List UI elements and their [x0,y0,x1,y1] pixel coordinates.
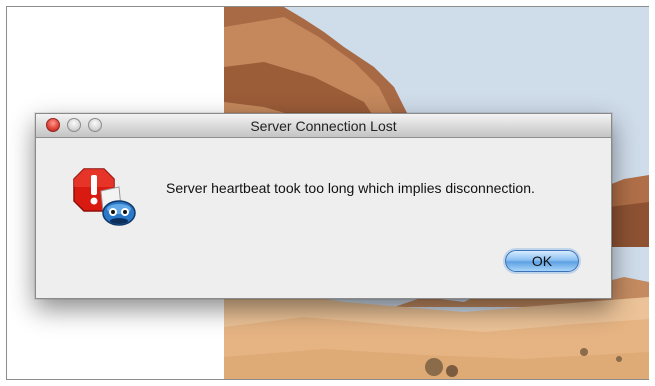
alert-stop-icon [69,163,139,233]
dialog-titlebar[interactable]: Server Connection Lost [36,114,611,138]
dialog-title: Server Connection Lost [250,118,397,134]
dialog-message: Server heartbeat took too long which imp… [166,180,535,196]
ok-button[interactable]: OK [505,250,579,272]
screen: Server Connection Lost Server heartbeat … [0,0,655,386]
server-connection-dialog: Server Connection Lost Server heartbeat … [35,113,612,299]
